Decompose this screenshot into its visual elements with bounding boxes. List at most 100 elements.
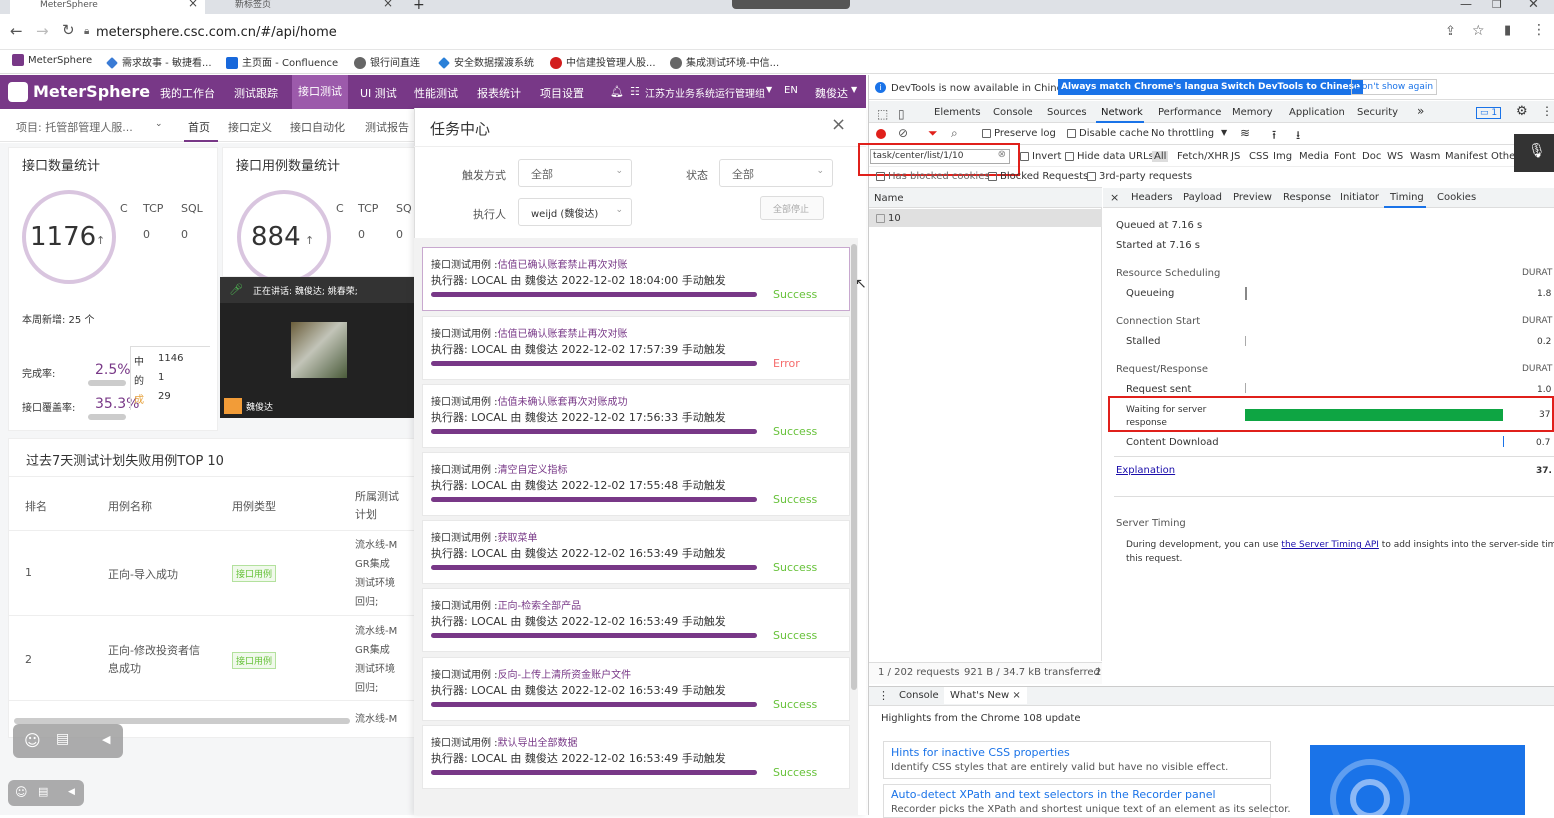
more-tabs-icon[interactable]: » xyxy=(1417,104,1424,118)
record-icon[interactable] xyxy=(876,129,886,139)
subnav-api-definition[interactable]: 接口定义 xyxy=(228,119,272,135)
type-img[interactable]: Img xyxy=(1273,151,1292,162)
type-ws[interactable]: WS xyxy=(1387,151,1403,162)
type-media[interactable]: Media xyxy=(1299,151,1329,162)
close-icon[interactable]: × xyxy=(383,0,393,9)
browser-tab-metersphere[interactable]: MeterSphere × xyxy=(10,0,205,14)
detail-tab-headers[interactable]: Headers xyxy=(1131,192,1173,203)
task-item[interactable]: 接口测试用例 :正向-检索全部产品 执行器: LOCAL 由 魏俊达 2022-1… xyxy=(422,588,850,652)
back-icon[interactable]: ← xyxy=(10,22,23,40)
nav-report[interactable]: 报表统计 xyxy=(477,85,521,101)
close-icon[interactable]: × xyxy=(1012,690,1020,701)
bookmark-bank[interactable]: 银行间直连 xyxy=(354,54,420,69)
executor-select[interactable]: weijd (魏俊达) ⌄ xyxy=(518,198,632,226)
star-icon[interactable]: ☆ xyxy=(1472,23,1485,39)
close-icon[interactable]: × xyxy=(831,114,846,135)
close-icon[interactable]: × xyxy=(188,0,198,9)
task-case-link[interactable]: 默认导出全部数据 xyxy=(498,738,578,749)
gear-icon[interactable]: ⚙ xyxy=(1516,104,1528,119)
tab-performance[interactable]: Performance xyxy=(1158,107,1221,118)
hide-data-urls-checkbox[interactable]: Hide data URLs xyxy=(1065,151,1154,162)
nav-workbench[interactable]: 我的工作台 xyxy=(160,85,215,101)
share-icon[interactable]: ⇪ xyxy=(1445,24,1456,39)
blocked-cookies-checkbox[interactable]: Has blocked cookies xyxy=(876,171,990,182)
detail-tab-cookies[interactable]: Cookies xyxy=(1437,192,1476,203)
bookmark-metersphere[interactable]: MeterSphere xyxy=(12,54,92,66)
minimize-icon[interactable]: — xyxy=(1460,0,1472,11)
detail-tab-timing[interactable]: Timing xyxy=(1390,192,1424,203)
nav-ui-test[interactable]: UI 测试 xyxy=(360,85,397,101)
tab-memory[interactable]: Memory xyxy=(1232,107,1273,118)
type-font[interactable]: Font xyxy=(1334,151,1356,162)
collapse-icon[interactable]: ◀ xyxy=(102,733,110,746)
task-item[interactable]: 接口测试用例 :估值已确认账套禁止再次对账 执行器: LOCAL 由 魏俊达 20… xyxy=(422,247,850,311)
type-other[interactable]: Othe xyxy=(1491,151,1515,162)
user-menu[interactable]: 魏俊达 xyxy=(815,85,848,101)
task-item[interactable]: 接口测试用例 :估值已确认账套禁止再次对账 执行器: LOCAL 由 魏俊达 20… xyxy=(422,316,850,380)
detail-tab-initiator[interactable]: Initiator xyxy=(1340,192,1379,203)
detail-tab-preview[interactable]: Preview xyxy=(1233,192,1272,203)
nav-api-test[interactable]: 接口测试 xyxy=(292,75,348,109)
tab-network[interactable]: Network xyxy=(1101,107,1143,118)
task-item[interactable]: 接口测试用例 :估值未确认账套再次对账成功 执行器: LOCAL 由 魏俊达 20… xyxy=(422,384,850,448)
task-list-scrollbar[interactable] xyxy=(851,244,857,690)
subnav-api-automation[interactable]: 接口自动化 xyxy=(290,119,345,135)
drawer-tab-whats-new[interactable]: What's New × xyxy=(944,687,1027,704)
subnav-home[interactable]: 首页 xyxy=(188,119,210,135)
tab-console[interactable]: Console xyxy=(993,107,1033,118)
subnav-test-report[interactable]: 测试报告 xyxy=(365,119,409,135)
bookmark-integration[interactable]: 集成测试环境-中信... xyxy=(670,54,779,69)
task-item[interactable]: 接口测试用例 :默认导出全部数据 执行器: LOCAL 由 魏俊达 2022-12… xyxy=(422,725,850,789)
status-select[interactable]: 全部 ⌄ xyxy=(719,159,833,187)
whats-new-card[interactable]: Hints for inactive CSS properties Identif… xyxy=(883,741,1271,779)
type-manifest[interactable]: Manifest xyxy=(1445,151,1488,162)
bell-icon[interactable]: 🔔︎ xyxy=(610,85,624,98)
match-language-button[interactable]: Always match Chrome's language xyxy=(1058,79,1235,95)
chat-icon[interactable]: ▤ xyxy=(56,731,69,747)
invert-checkbox[interactable]: Invert xyxy=(1020,151,1061,162)
task-case-link[interactable]: 估值未确认账套再次对账成功 xyxy=(498,397,628,408)
menu-icon[interactable]: ⋮ xyxy=(1532,22,1546,38)
detail-tab-response[interactable]: Response xyxy=(1283,192,1331,203)
tab-application[interactable]: Application xyxy=(1289,107,1345,118)
disable-cache-checkbox[interactable]: Disable cache xyxy=(1067,128,1149,139)
kebab-icon[interactable]: ⋮ xyxy=(1541,104,1553,118)
whats-new-card[interactable]: Auto-detect XPath and text selectors in … xyxy=(883,784,1291,818)
throttling-select[interactable]: No throttling xyxy=(1151,128,1214,139)
task-case-link[interactable]: 获取菜单 xyxy=(498,533,538,544)
chat-icon[interactable]: ▤ xyxy=(38,785,48,798)
preserve-log-checkbox[interactable]: Preserve log xyxy=(982,128,1056,139)
emoji-icon[interactable]: ☺ xyxy=(24,731,41,750)
search-icon[interactable]: ⌕ xyxy=(951,126,958,141)
card-title[interactable]: Hints for inactive CSS properties xyxy=(891,746,1070,759)
upload-icon[interactable]: ⭱ xyxy=(1272,126,1276,147)
download-icon[interactable]: ⭳ xyxy=(1296,126,1300,147)
reload-icon[interactable]: ↻ xyxy=(62,21,75,39)
stop-all-button[interactable]: 全部停止 xyxy=(760,196,824,220)
close-window-icon[interactable]: ✕ xyxy=(1528,0,1539,12)
tab-sources[interactable]: Sources xyxy=(1047,107,1087,118)
task-case-link[interactable]: 估值已确认账套禁止再次对账 xyxy=(498,329,628,340)
tab-elements[interactable]: Elements xyxy=(934,107,981,118)
type-css[interactable]: CSS xyxy=(1249,151,1269,162)
drawer-tab-console[interactable]: Console xyxy=(899,690,939,701)
type-doc[interactable]: Doc xyxy=(1362,151,1381,162)
task-item[interactable]: 接口测试用例 :获取菜单 执行器: LOCAL 由 魏俊达 2022-12-02 … xyxy=(422,520,850,584)
emoji-icon[interactable]: ☺ xyxy=(15,785,28,799)
project-select[interactable]: 项目: 托管部管理人服... xyxy=(16,119,133,135)
nav-test-track[interactable]: 测试跟踪 xyxy=(234,85,278,101)
card-title[interactable]: Auto-detect XPath and text selectors in … xyxy=(891,788,1216,801)
drawer-menu-icon[interactable]: ⋮ xyxy=(878,689,889,702)
close-detail-icon[interactable]: × xyxy=(1110,191,1119,204)
collapse-icon[interactable]: ◀ xyxy=(68,787,75,797)
request-row-name[interactable]: 10 xyxy=(876,213,901,224)
task-case-link[interactable]: 估值已确认账套禁止再次对账 xyxy=(498,260,628,271)
switch-chinese-button[interactable]: Switch DevTools to Chinese xyxy=(1218,79,1364,95)
url-input[interactable]: metersphere.csc.com.cn/#/api/home xyxy=(96,25,337,40)
workspace-select[interactable]: 江苏方业务系统运行管理组 xyxy=(645,85,765,100)
type-fetch[interactable]: Fetch/XHR xyxy=(1177,151,1229,162)
type-all[interactable]: All xyxy=(1152,151,1169,162)
dont-show-button[interactable]: Don't show again xyxy=(1351,79,1438,95)
restore-icon[interactable]: ❐ xyxy=(1492,0,1502,11)
sidepanel-icon[interactable]: ▮ xyxy=(1504,23,1511,38)
